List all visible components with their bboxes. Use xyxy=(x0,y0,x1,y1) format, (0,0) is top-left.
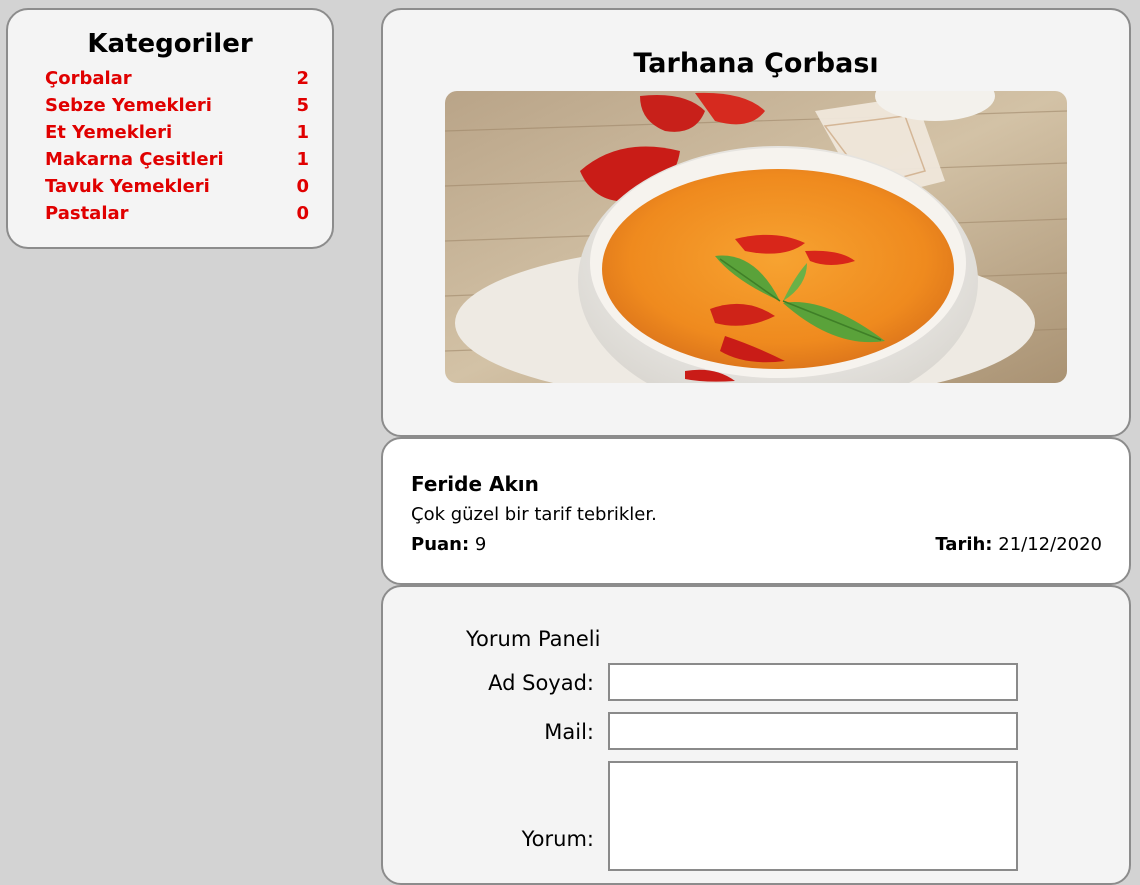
category-link-tavuk-yemekleri[interactable]: Tavuk Yemekleri 0 xyxy=(45,173,309,200)
comment-card: Feride Akın Çok güzel bir tarif tebrikle… xyxy=(381,437,1131,585)
category-name: Tavuk Yemekleri xyxy=(45,176,210,197)
sidebar-title: Kategoriler xyxy=(87,29,253,59)
category-count: 5 xyxy=(296,95,309,116)
form-title: Yorum Paneli xyxy=(466,627,601,651)
comment-text: Çok güzel bir tarif tebrikler. xyxy=(411,504,657,525)
category-link-makarna-cesitleri[interactable]: Makarna Çesitleri 1 xyxy=(45,146,309,173)
comment-score: Puan: 9 xyxy=(411,533,486,557)
score-value: 9 xyxy=(474,534,487,555)
mail-input[interactable] xyxy=(608,712,1018,750)
comment-textarea[interactable] xyxy=(608,761,1018,871)
category-count: 0 xyxy=(296,203,309,224)
soup-photo-illustration xyxy=(445,91,1067,383)
mail-label: Mail: xyxy=(544,720,594,744)
name-label: Ad Soyad: xyxy=(488,671,594,695)
date-label: Tarih: xyxy=(935,534,993,555)
category-name: Pastalar xyxy=(45,203,129,224)
category-name: Sebze Yemekleri xyxy=(45,95,212,116)
category-link-sebze-yemekleri[interactable]: Sebze Yemekleri 5 xyxy=(45,92,309,119)
category-count: 1 xyxy=(296,122,309,143)
recipe-panel: Tarhana Çorbası xyxy=(381,8,1131,437)
category-count: 0 xyxy=(296,176,309,197)
date-value: 21/12/2020 xyxy=(998,534,1102,555)
category-link-et-yemekleri[interactable]: Et Yemekleri 1 xyxy=(45,119,309,146)
category-name: Makarna Çesitleri xyxy=(45,149,224,170)
score-label: Puan: xyxy=(411,534,470,555)
recipe-title: Tarhana Çorbası xyxy=(633,48,879,79)
category-name: Çorbalar xyxy=(45,68,132,89)
comment-author: Feride Akın xyxy=(411,472,539,496)
category-list: Çorbalar 2 Sebze Yemekleri 5 Et Yemekler… xyxy=(45,65,309,227)
recipe-image xyxy=(445,91,1067,383)
category-name: Et Yemekleri xyxy=(45,122,173,143)
comment-form-panel: Yorum Paneli Ad Soyad: Mail: Yorum: xyxy=(381,585,1131,885)
name-input[interactable] xyxy=(608,663,1018,701)
categories-sidebar: Kategoriler Çorbalar 2 Sebze Yemekleri 5… xyxy=(6,8,334,249)
category-link-corbalar[interactable]: Çorbalar 2 xyxy=(45,65,309,92)
category-count: 1 xyxy=(296,149,309,170)
comment-date: Tarih: 21/12/2020 xyxy=(935,533,1102,557)
comment-label: Yorum: xyxy=(521,827,594,851)
category-count: 2 xyxy=(296,68,309,89)
category-link-pastalar[interactable]: Pastalar 0 xyxy=(45,200,309,227)
